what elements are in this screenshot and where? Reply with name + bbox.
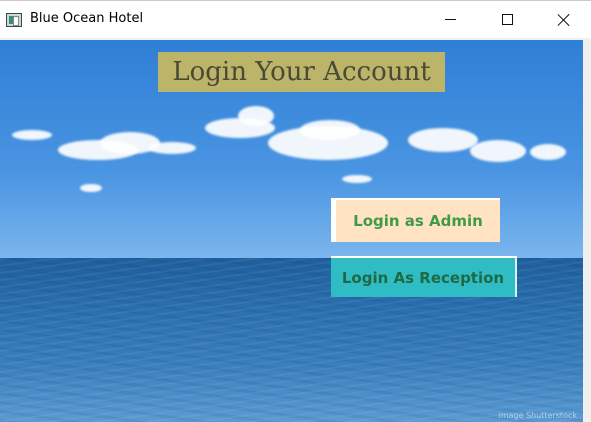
cloud	[12, 130, 52, 140]
cloud	[342, 175, 372, 183]
cloud	[530, 144, 566, 160]
cloud	[238, 106, 274, 126]
image-watermark: image Shutterstock	[498, 411, 577, 420]
cloud	[408, 128, 478, 152]
page-title: Login Your Account	[158, 52, 445, 92]
cloud	[148, 142, 196, 154]
client-area: image Shutterstock Login Your Account Lo…	[0, 38, 591, 422]
minimize-button[interactable]	[427, 1, 473, 38]
login-as-reception-button[interactable]: Login As Reception	[331, 256, 517, 297]
close-button[interactable]	[541, 1, 587, 38]
cloud	[470, 140, 526, 162]
close-icon	[557, 13, 571, 27]
window-title: Blue Ocean Hotel	[30, 11, 144, 26]
maximize-icon	[501, 14, 513, 25]
cloud	[80, 184, 102, 192]
minimize-icon	[444, 19, 456, 20]
login-as-admin-button[interactable]: Login as Admin	[331, 198, 500, 242]
cloud	[300, 120, 360, 140]
window-titlebar[interactable]: Blue Ocean Hotel	[0, 0, 591, 38]
maximize-button[interactable]	[484, 1, 530, 38]
app-window-icon	[6, 13, 22, 27]
